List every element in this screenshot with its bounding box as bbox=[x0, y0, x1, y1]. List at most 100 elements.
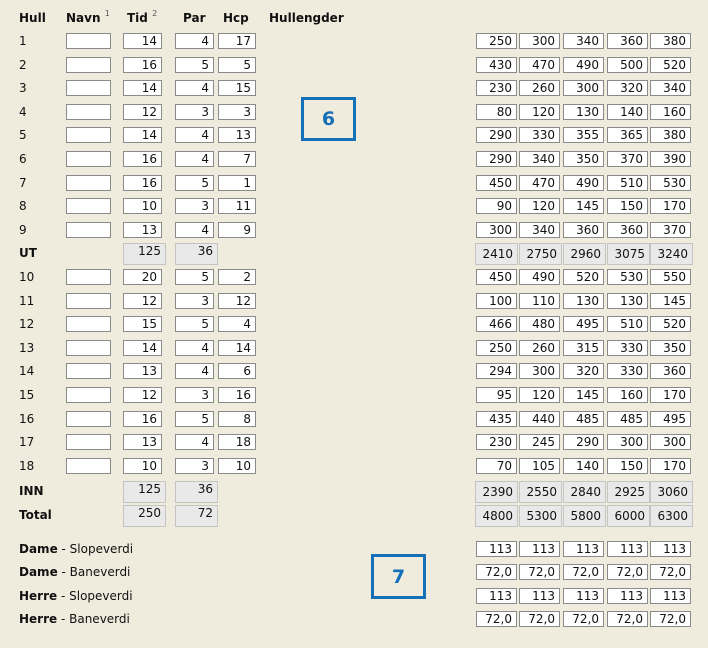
hole-length-input[interactable]: 260 bbox=[519, 80, 560, 96]
hole-name-input[interactable] bbox=[66, 175, 111, 191]
hole-time-input[interactable]: 16 bbox=[123, 57, 162, 73]
hole-hcp-input[interactable]: 18 bbox=[218, 434, 256, 450]
hole-time-input[interactable]: 13 bbox=[123, 434, 162, 450]
hole-length-input[interactable]: 485 bbox=[563, 411, 604, 427]
hole-length-input[interactable]: 120 bbox=[519, 198, 560, 214]
hole-length-input[interactable]: 130 bbox=[563, 104, 604, 120]
rating-value-input[interactable]: 113 bbox=[607, 588, 648, 604]
hole-hcp-input[interactable]: 10 bbox=[218, 458, 256, 474]
rating-value-input[interactable]: 113 bbox=[650, 541, 691, 557]
hole-name-input[interactable] bbox=[66, 127, 111, 143]
hole-time-input[interactable]: 16 bbox=[123, 411, 162, 427]
hole-par-input[interactable]: 5 bbox=[175, 269, 214, 285]
hole-hcp-input[interactable]: 16 bbox=[218, 387, 256, 403]
hole-length-input[interactable]: 145 bbox=[650, 293, 691, 309]
hole-name-input[interactable] bbox=[66, 269, 111, 285]
hole-length-input[interactable]: 160 bbox=[650, 104, 691, 120]
hole-par-input[interactable]: 5 bbox=[175, 175, 214, 191]
hole-length-input[interactable]: 480 bbox=[519, 316, 560, 332]
hole-par-input[interactable]: 3 bbox=[175, 104, 214, 120]
hole-length-input[interactable]: 145 bbox=[563, 198, 604, 214]
hole-length-input[interactable]: 340 bbox=[650, 80, 691, 96]
hole-length-input[interactable]: 490 bbox=[519, 269, 560, 285]
hole-length-input[interactable]: 80 bbox=[476, 104, 517, 120]
hole-length-input[interactable]: 550 bbox=[650, 269, 691, 285]
hole-time-input[interactable]: 16 bbox=[123, 175, 162, 191]
hole-par-input[interactable]: 5 bbox=[175, 316, 214, 332]
hole-name-input[interactable] bbox=[66, 198, 111, 214]
hole-length-input[interactable]: 466 bbox=[476, 316, 517, 332]
hole-hcp-input[interactable]: 15 bbox=[218, 80, 256, 96]
rating-value-input[interactable]: 72,0 bbox=[519, 564, 560, 580]
hole-length-input[interactable]: 330 bbox=[607, 340, 648, 356]
hole-length-input[interactable]: 290 bbox=[476, 127, 517, 143]
hole-name-input[interactable] bbox=[66, 33, 111, 49]
hole-time-input[interactable]: 12 bbox=[123, 293, 162, 309]
hole-length-input[interactable]: 140 bbox=[607, 104, 648, 120]
hole-length-input[interactable]: 520 bbox=[563, 269, 604, 285]
hole-hcp-input[interactable]: 17 bbox=[218, 33, 256, 49]
hole-par-input[interactable]: 4 bbox=[175, 127, 214, 143]
rating-value-input[interactable]: 72,0 bbox=[650, 611, 691, 627]
hole-name-input[interactable] bbox=[66, 151, 111, 167]
hole-length-input[interactable]: 440 bbox=[519, 411, 560, 427]
rating-value-input[interactable]: 72,0 bbox=[476, 564, 517, 580]
rating-value-input[interactable]: 113 bbox=[519, 588, 560, 604]
hole-hcp-input[interactable]: 5 bbox=[218, 57, 256, 73]
hole-length-input[interactable]: 450 bbox=[476, 175, 517, 191]
hole-length-input[interactable]: 160 bbox=[607, 387, 648, 403]
hole-length-input[interactable]: 320 bbox=[607, 80, 648, 96]
hole-length-input[interactable]: 380 bbox=[650, 127, 691, 143]
hole-length-input[interactable]: 370 bbox=[650, 222, 691, 238]
hole-par-input[interactable]: 4 bbox=[175, 222, 214, 238]
hole-length-input[interactable]: 340 bbox=[519, 222, 560, 238]
hole-length-input[interactable]: 450 bbox=[476, 269, 517, 285]
hole-length-input[interactable]: 110 bbox=[519, 293, 560, 309]
hole-length-input[interactable]: 315 bbox=[563, 340, 604, 356]
rating-value-input[interactable]: 113 bbox=[607, 541, 648, 557]
hole-length-input[interactable]: 150 bbox=[607, 198, 648, 214]
hole-hcp-input[interactable]: 9 bbox=[218, 222, 256, 238]
hole-length-input[interactable]: 230 bbox=[476, 434, 517, 450]
hole-length-input[interactable]: 370 bbox=[607, 151, 648, 167]
hole-par-input[interactable]: 4 bbox=[175, 151, 214, 167]
hole-hcp-input[interactable]: 11 bbox=[218, 198, 256, 214]
hole-par-input[interactable]: 3 bbox=[175, 387, 214, 403]
hole-name-input[interactable] bbox=[66, 80, 111, 96]
rating-value-input[interactable]: 113 bbox=[476, 588, 517, 604]
rating-value-input[interactable]: 72,0 bbox=[519, 611, 560, 627]
hole-name-input[interactable] bbox=[66, 293, 111, 309]
hole-length-input[interactable]: 100 bbox=[476, 293, 517, 309]
hole-par-input[interactable]: 3 bbox=[175, 198, 214, 214]
rating-value-input[interactable]: 113 bbox=[476, 541, 517, 557]
hole-length-input[interactable]: 490 bbox=[563, 57, 604, 73]
hole-length-input[interactable]: 300 bbox=[563, 80, 604, 96]
hole-hcp-input[interactable]: 1 bbox=[218, 175, 256, 191]
hole-hcp-input[interactable]: 14 bbox=[218, 340, 256, 356]
hole-name-input[interactable] bbox=[66, 57, 111, 73]
hole-length-input[interactable]: 170 bbox=[650, 198, 691, 214]
hole-length-input[interactable]: 300 bbox=[650, 434, 691, 450]
hole-par-input[interactable]: 5 bbox=[175, 57, 214, 73]
hole-length-input[interactable]: 510 bbox=[607, 175, 648, 191]
hole-length-input[interactable]: 510 bbox=[607, 316, 648, 332]
hole-name-input[interactable] bbox=[66, 316, 111, 332]
hole-time-input[interactable]: 10 bbox=[123, 198, 162, 214]
hole-hcp-input[interactable]: 2 bbox=[218, 269, 256, 285]
hole-name-input[interactable] bbox=[66, 222, 111, 238]
hole-name-input[interactable] bbox=[66, 434, 111, 450]
hole-time-input[interactable]: 15 bbox=[123, 316, 162, 332]
hole-length-input[interactable]: 294 bbox=[476, 363, 517, 379]
hole-length-input[interactable]: 250 bbox=[476, 33, 517, 49]
hole-name-input[interactable] bbox=[66, 411, 111, 427]
hole-par-input[interactable]: 4 bbox=[175, 80, 214, 96]
hole-time-input[interactable]: 14 bbox=[123, 127, 162, 143]
hole-length-input[interactable]: 495 bbox=[650, 411, 691, 427]
hole-length-input[interactable]: 120 bbox=[519, 104, 560, 120]
hole-length-input[interactable]: 530 bbox=[650, 175, 691, 191]
hole-length-input[interactable]: 435 bbox=[476, 411, 517, 427]
hole-length-input[interactable]: 520 bbox=[650, 57, 691, 73]
hole-length-input[interactable]: 360 bbox=[650, 363, 691, 379]
hole-name-input[interactable] bbox=[66, 104, 111, 120]
hole-length-input[interactable]: 390 bbox=[650, 151, 691, 167]
